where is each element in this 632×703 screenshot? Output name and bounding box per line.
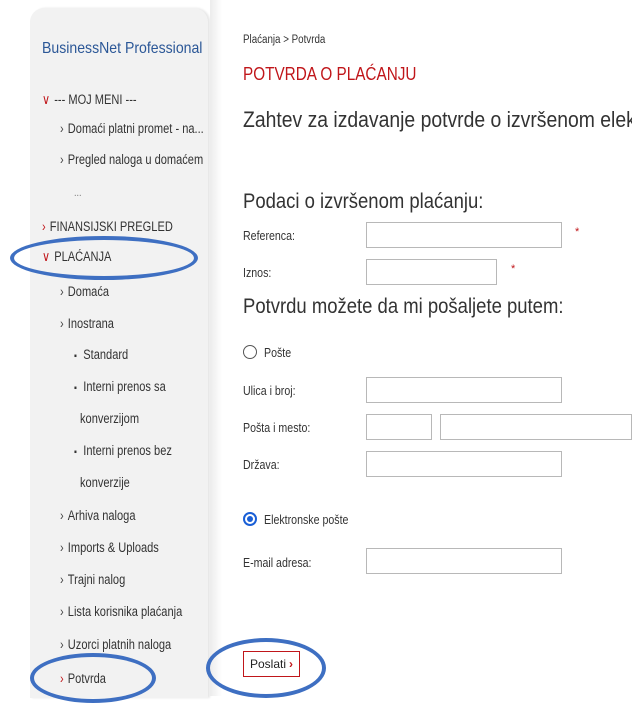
city-input[interactable] bbox=[440, 414, 632, 440]
nav-imports-uploads[interactable]: › Imports & Uploads bbox=[60, 540, 159, 555]
breadcrumb[interactable]: Plaćanja > Potvrda bbox=[243, 34, 325, 46]
nav-uzorci-naloga[interactable]: › Uzorci platnih naloga bbox=[60, 637, 171, 652]
nav-label: Pregled naloga u domaćem bbox=[67, 152, 204, 167]
nav-inostrana[interactable]: › Inostrana bbox=[60, 316, 114, 331]
chevron-right-icon: › bbox=[60, 540, 64, 555]
section-heading-delivery: Potvrdu možete da mi pošaljete putem: bbox=[243, 295, 564, 318]
reference-input[interactable] bbox=[366, 222, 562, 248]
nav-label: Uzorci platnih naloga bbox=[67, 637, 172, 652]
main-heading: Zahtev za izdavanje potvrde o izvršenom … bbox=[243, 107, 632, 132]
radio-post-label: Pošte bbox=[264, 346, 292, 360]
brand-title[interactable]: BusinessNet Professional bbox=[42, 40, 202, 58]
country-label: Država: bbox=[243, 458, 280, 472]
page-title: POTVRDA O PLAĆANJU bbox=[243, 64, 417, 84]
chevron-right-icon: › bbox=[60, 121, 64, 136]
nav-interni-sa-konverzijom-cont[interactable]: konverzijom bbox=[80, 411, 139, 426]
nav-label: Standard bbox=[83, 347, 129, 362]
nav-label: Domaći platni promet - na... bbox=[67, 121, 204, 136]
street-label: Ulica i broj: bbox=[243, 384, 296, 398]
radio-post[interactable] bbox=[243, 345, 257, 359]
nav-label: PLAĆANJA bbox=[54, 249, 112, 264]
nav-placanja[interactable]: ∨ PLAĆANJA bbox=[42, 249, 111, 265]
nav-label: --- MOJ MENI --- bbox=[54, 92, 137, 107]
nav-label: Domaća bbox=[67, 284, 110, 299]
chevron-right-icon: › bbox=[42, 219, 46, 234]
reference-label: Referenca: bbox=[243, 229, 295, 243]
chevron-right-icon: › bbox=[60, 284, 64, 299]
nav-interni-sa-konverzijom[interactable]: Interni prenos sa bbox=[74, 379, 166, 394]
country-input[interactable] bbox=[366, 451, 562, 477]
nav-domaci-platni-promet[interactable]: › Domaći platni promet - na... bbox=[60, 121, 204, 136]
nav-label: Imports & Uploads bbox=[67, 540, 159, 555]
nav-label: Potvrda bbox=[67, 671, 106, 686]
nav-interni-bez-konverzije[interactable]: Interni prenos bez bbox=[74, 443, 172, 458]
required-mark: * bbox=[511, 263, 516, 275]
nav-more[interactable]: ... bbox=[74, 187, 82, 199]
chevron-right-icon: › bbox=[60, 508, 64, 523]
nav-potvrda[interactable]: › Potvrda bbox=[60, 671, 106, 686]
nav-arhiva-naloga[interactable]: › Arhiva naloga bbox=[60, 508, 135, 523]
nav-label: Interni prenos bez bbox=[83, 443, 172, 458]
nav-interni-bez-konverzije-cont[interactable]: konverzije bbox=[80, 475, 130, 490]
chevron-right-icon: › bbox=[60, 604, 64, 619]
nav-label: konverzijom bbox=[80, 411, 140, 426]
nav-standard[interactable]: Standard bbox=[74, 347, 128, 362]
nav-label: FINANSIJSKI PREGLED bbox=[49, 219, 173, 234]
chevron-down-icon: ∨ bbox=[42, 92, 51, 107]
submit-button[interactable]: Poslati › bbox=[243, 651, 301, 677]
chevron-right-icon: › bbox=[60, 637, 64, 652]
nav-trajni-nalog[interactable]: › Trajni nalog bbox=[60, 572, 125, 587]
city-label: Pošta i mesto: bbox=[243, 421, 311, 435]
street-input[interactable] bbox=[366, 377, 562, 403]
nav-finansijski-pregled[interactable]: › FINANSIJSKI PREGLED bbox=[42, 219, 173, 234]
nav-label: Lista korisnika plaćanja bbox=[67, 604, 183, 619]
nav-label: Trajni nalog bbox=[67, 572, 126, 587]
postal-code-input[interactable] bbox=[366, 414, 432, 440]
amount-label: Iznos: bbox=[243, 266, 272, 280]
chevron-right-icon: › bbox=[60, 572, 64, 587]
chevron-right-icon: › bbox=[60, 671, 64, 686]
nav-domaca[interactable]: › Domaća bbox=[60, 284, 109, 299]
nav-lista-korisnika[interactable]: › Lista korisnika plaćanja bbox=[60, 604, 182, 619]
chevron-down-icon: ∨ bbox=[42, 249, 51, 264]
required-mark: * bbox=[575, 226, 580, 238]
nav-label: Arhiva naloga bbox=[67, 508, 136, 523]
amount-input[interactable] bbox=[366, 259, 497, 285]
sidebar-divider bbox=[210, 0, 222, 696]
chevron-right-icon: › bbox=[60, 152, 64, 167]
nav-moj-meni[interactable]: ∨ --- MOJ MENI --- bbox=[42, 92, 137, 108]
nav-label: ... bbox=[74, 187, 82, 199]
nav-pregled-naloga[interactable]: › Pregled naloga u domaćem bbox=[60, 152, 203, 167]
email-label: E-mail adresa: bbox=[243, 556, 312, 570]
section-heading-payment: Podaci o izvršenom plaćanju: bbox=[243, 190, 484, 213]
chevron-right-icon: › bbox=[289, 657, 294, 671]
submit-label: Poslati bbox=[250, 657, 287, 671]
nav-label: konverzije bbox=[80, 475, 130, 490]
nav-label: Interni prenos sa bbox=[83, 379, 166, 394]
chevron-right-icon: › bbox=[60, 316, 64, 331]
radio-email[interactable] bbox=[243, 512, 257, 526]
radio-email-label: Elektronske pošte bbox=[264, 513, 349, 527]
nav-label: Inostrana bbox=[67, 316, 114, 331]
email-input[interactable] bbox=[366, 548, 562, 574]
